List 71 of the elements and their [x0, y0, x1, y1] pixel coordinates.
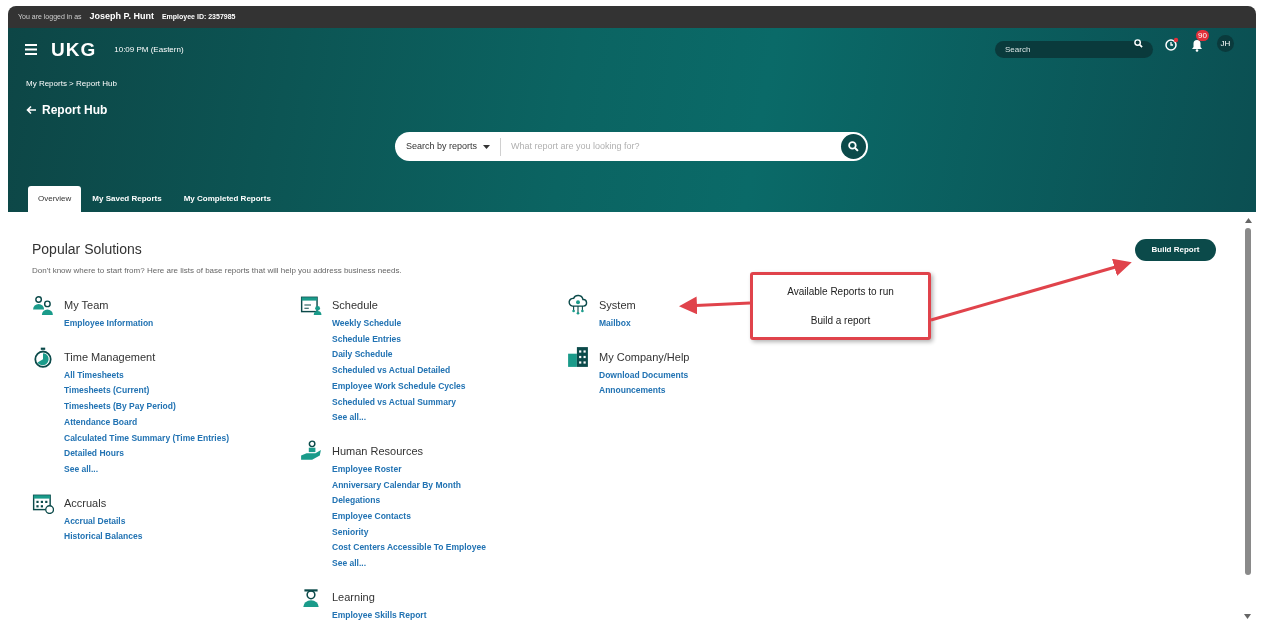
report-search-input[interactable]: What report are you looking for?: [511, 139, 841, 154]
scroll-down-icon[interactable]: [1244, 614, 1251, 619]
hand-person-icon: [300, 439, 322, 462]
report-link[interactable]: Weekly Schedule: [332, 316, 402, 332]
callout-text: Build a report: [810, 314, 871, 328]
report-link[interactable]: Employee Information: [64, 316, 154, 332]
report-link[interactable]: Download Documents: [599, 367, 689, 384]
section-description: Don't know where to start from? Here are lists of base reports that will help you address business needs.: [32, 265, 402, 277]
report-link[interactable]: Timesheets (Current): [64, 383, 150, 400]
report-link[interactable]: Mailbox: [599, 316, 631, 332]
search-icon[interactable]: [848, 141, 859, 152]
tab[interactable]: My Completed Reports: [172, 186, 282, 212]
report-link[interactable]: See all...: [332, 556, 367, 572]
timer-icon[interactable]: [1165, 36, 1179, 51]
logo[interactable]: UKG: [51, 40, 97, 59]
report-link[interactable]: Detailed Hours: [64, 446, 124, 462]
schedule-icon: [300, 294, 322, 316]
section-title: Popular Solutions: [32, 240, 142, 259]
page-title: Report Hub: [42, 102, 108, 119]
menu-icon[interactable]: [25, 44, 37, 55]
report-link[interactable]: Announcements: [599, 383, 666, 400]
report-link[interactable]: Daily Schedule: [332, 347, 393, 364]
report-link[interactable]: Cost Centers Accessible To Employee: [332, 540, 486, 557]
search-button[interactable]: [841, 134, 866, 159]
bell-icon[interactable]: [1191, 38, 1203, 52]
report-link[interactable]: Schedule Entries: [332, 331, 401, 348]
notification-badge: 90: [1196, 29, 1209, 41]
report-link[interactable]: Employee Work Schedule Cycles: [332, 378, 466, 395]
report-link[interactable]: See all...: [332, 410, 367, 426]
report-link[interactable]: Delegations: [332, 493, 381, 510]
cloud-network-icon: [567, 294, 589, 316]
search-icon[interactable]: [1134, 39, 1143, 48]
report-link[interactable]: Employee Skills Report: [332, 607, 427, 622]
callout-text: Available Reports to run: [787, 285, 894, 299]
tab[interactable]: My Saved Reports: [81, 186, 173, 212]
clock-time: 10:09 PM (Eastern): [114, 43, 184, 56]
search-scope-dropdown[interactable]: Search by reports: [406, 139, 478, 154]
report-link[interactable]: Accrual Details: [64, 513, 126, 530]
report-link[interactable]: All Timesheets: [64, 367, 124, 384]
scroll-up-icon[interactable]: [1244, 218, 1252, 223]
category-heading: My Team: [64, 298, 110, 313]
build-report-button[interactable]: Build Report: [1135, 239, 1216, 261]
report-link[interactable]: Employee Roster: [332, 461, 402, 478]
category-heading: Time Management: [64, 349, 157, 365]
user-name: Joseph P. Hunt: [89, 10, 154, 24]
caret-icon[interactable]: [483, 144, 491, 149]
people-icon: [32, 294, 54, 316]
category-heading: System: [599, 298, 636, 313]
user-avatar[interactable]: JH: [1217, 35, 1234, 52]
report-link[interactable]: Anniversary Calendar By Month: [332, 477, 461, 494]
report-link[interactable]: See all...: [64, 461, 99, 478]
tab[interactable]: Overview: [28, 186, 82, 212]
category-heading: Learning: [332, 589, 376, 605]
report-link[interactable]: Calculated Time Summary (Time Entries): [64, 430, 230, 447]
report-link[interactable]: Timesheets (By Pay Period): [64, 399, 176, 415]
report-link[interactable]: Scheduled vs Actual Detailed: [332, 363, 451, 379]
category-heading: Human Resources: [332, 443, 425, 459]
report-link[interactable]: Seniority: [332, 524, 369, 541]
category-heading: Accruals: [64, 495, 108, 511]
buildings-icon: [567, 345, 589, 368]
search-field[interactable]: Search: [995, 41, 1153, 58]
report-link[interactable]: Attendance Board: [64, 414, 138, 431]
stopwatch-icon: [32, 345, 54, 368]
category-heading: Schedule: [332, 298, 379, 313]
report-search-bar[interactable]: Search by reports What report are you looking for?: [395, 132, 868, 161]
report-link[interactable]: Employee Contacts: [332, 509, 411, 525]
back-arrow-icon[interactable]: [26, 105, 37, 115]
report-link[interactable]: Scheduled vs Actual Summary: [332, 394, 456, 411]
report-link[interactable]: Historical Balances: [64, 529, 143, 546]
breadcrumb[interactable]: My Reports > Report Hub: [26, 78, 117, 90]
category-heading: My Company/Help: [599, 349, 690, 365]
